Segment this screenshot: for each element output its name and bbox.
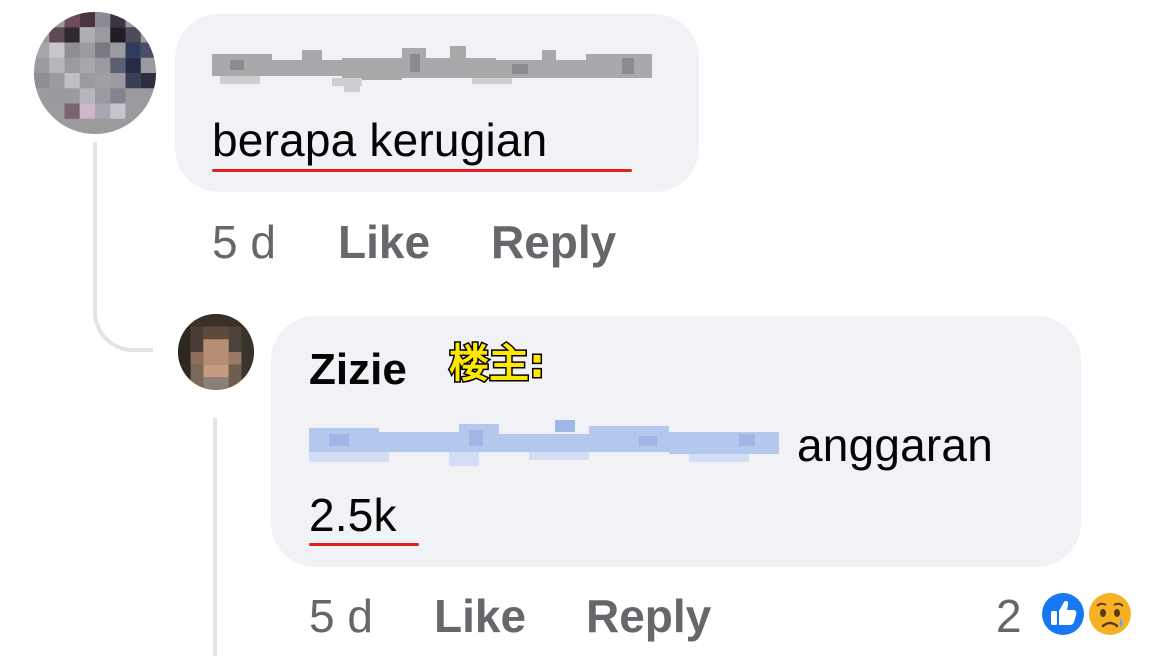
reply-text-underline <box>309 543 419 546</box>
reply-author-avatar[interactable] <box>178 314 254 390</box>
thread-connector-reply <box>213 418 217 656</box>
reaction-count[interactable]: 2 <box>996 593 1022 639</box>
sad-face-icon[interactable] <box>1085 589 1135 639</box>
comment-text: berapa kerugian <box>212 114 548 166</box>
comment-reply-button[interactable]: Reply <box>491 219 616 265</box>
op-tag-label: 楼主: <box>448 341 547 387</box>
commenter-avatar[interactable] <box>34 12 156 134</box>
reply-text-part2: 2.5k <box>309 489 397 541</box>
reply-timestamp[interactable]: 5 d <box>309 593 373 639</box>
mention-link-blurred[interactable] <box>309 418 779 470</box>
like-icon[interactable] <box>1038 589 1088 639</box>
comment-like-button[interactable]: Like <box>338 219 430 265</box>
thread-connector-vertical <box>93 142 97 312</box>
comment-text-underline <box>212 169 632 172</box>
reply-text-part1: anggaran <box>797 419 993 471</box>
reply-reply-button[interactable]: Reply <box>586 593 711 639</box>
reply-like-button[interactable]: Like <box>434 593 526 639</box>
comment-timestamp[interactable]: 5 d <box>212 219 276 265</box>
thread-connector-curve <box>93 300 153 352</box>
commenter-name-blurred[interactable] <box>212 44 662 94</box>
reply-author-name[interactable]: Zizie <box>309 348 407 392</box>
